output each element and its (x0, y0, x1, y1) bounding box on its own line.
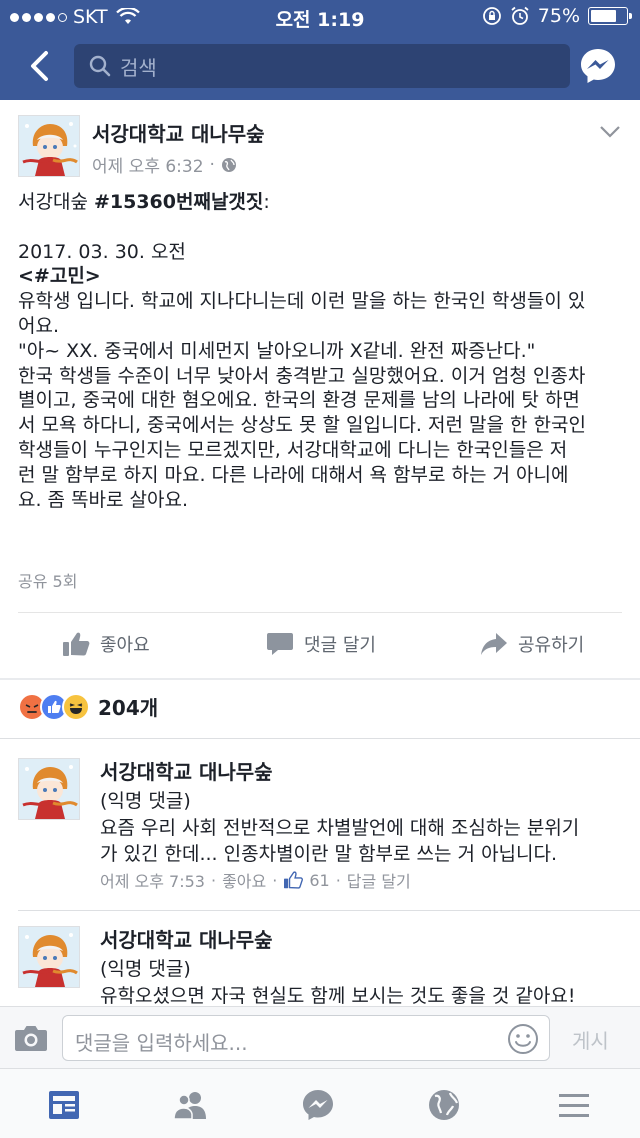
post-line: 학생들이 누구인지는 모르겠지만, 서강대학교에 다니는 한국인들은 저 (18, 438, 568, 461)
bamboo-forest-mascot-image (19, 759, 79, 819)
post-line: 서 모욕 하다니, 중국에서는 상상도 못 할 일입니다. 저런 말을 한 한국… (18, 414, 586, 437)
post-meta: 어제 오후 6:32 · (92, 152, 237, 177)
top-navigation-bar: SKT 오전 1:19 75% 검색 (0, 0, 640, 100)
comment-label: 댓글 달기 (304, 635, 376, 656)
post-hashtag[interactable]: #15360번째날갯짓 (94, 191, 263, 213)
comments-section: 204개 서강대학교 대나무숲 (익명 댓글) 요즘 우리 사회 전반적으로 차… (0, 680, 640, 1006)
commenter-avatar[interactable] (18, 926, 80, 988)
share-label: 공유하기 (518, 635, 585, 656)
comment-button[interactable]: 댓글 달기 (266, 622, 376, 666)
chevron-down-icon[interactable] (598, 122, 622, 142)
thumbs-up-icon (284, 871, 304, 889)
post-timestamp[interactable]: 어제 오후 6:32 (92, 152, 204, 177)
comment-like-link[interactable]: 좋아요 (222, 868, 266, 892)
post-line: 요. 좀 똑바로 살아요. (18, 488, 189, 511)
comment-item: 서강대학교 대나무숲 (익명 댓글) 요즘 우리 사회 전반적으로 차별발언에 … (0, 748, 640, 898)
commenter-name[interactable]: 서강대학교 대나무숲 (100, 924, 273, 953)
notifications-globe-icon[interactable] (426, 1087, 462, 1123)
comment-text: (익명 댓글) 요즘 우리 사회 전반적으로 차별발언에 대해 조심하는 분위기… (100, 788, 600, 868)
camera-icon[interactable] (14, 1023, 48, 1053)
news-feed-icon[interactable] (46, 1087, 82, 1123)
post-prefix: 서강대숲 (18, 191, 94, 213)
share-count[interactable]: 공유 5회 (18, 568, 77, 592)
reply-link[interactable]: 답글 달기 (347, 868, 411, 892)
comment-line: (익명 댓글) (100, 790, 191, 812)
divider (18, 910, 640, 911)
emoji-icon[interactable] (507, 1023, 539, 1055)
commenter-avatar[interactable] (18, 758, 80, 820)
reaction-count: 204개 (98, 696, 159, 720)
post-line: 유학생 입니다. 학교에 지나다니는데 이런 말을 하는 한국인 학생들이 있 (18, 290, 586, 313)
status-bar: SKT 오전 1:19 75% (0, 0, 640, 34)
comment-input-placeholder: 댓글을 입력하세요... (75, 1031, 248, 1055)
post-comment-button[interactable]: 게시 (572, 1025, 609, 1054)
share-arrow-icon (481, 633, 507, 655)
haha-reaction-icon (62, 692, 90, 721)
divider (0, 738, 640, 739)
comment-input-bar: 댓글을 입력하세요... 게시 (0, 1006, 640, 1068)
thumbs-up-icon (63, 632, 90, 656)
friends-icon[interactable] (172, 1087, 208, 1123)
battery-icon (588, 7, 632, 25)
comment-line: (익명 댓글) (100, 958, 191, 980)
battery-percentage: 75% (537, 5, 580, 27)
comment-meta: 어제 오후 7:53 · 좋아요 · 61 · 답글 달기 (100, 868, 411, 892)
search-icon (89, 55, 111, 77)
share-button[interactable]: 공유하기 (480, 622, 584, 666)
search-bar[interactable]: 검색 (74, 44, 570, 88)
comment-line: 가 있긴 한데... 인종차별이란 말 함부로 쓰는 거 아닙니다. (100, 843, 558, 865)
commenter-name[interactable]: 서강대학교 대나무숲 (100, 756, 273, 785)
post-line: 어요. (18, 314, 59, 337)
bamboo-forest-mascot-image (19, 927, 79, 987)
post-line: 별이고, 중국에 대한 혐오에요. 한국의 환경 문제를 남의 나라에 탓 하면 (18, 389, 580, 412)
post-line: 한국 학생들 수준이 너무 낮아서 충격받고 실망했어요. 이거 엄청 인종차 (18, 364, 586, 387)
post-actions: 좋아요 댓글 달기 공유하기 (0, 622, 640, 666)
comment-like-count[interactable]: 61 (309, 871, 329, 890)
comment-input[interactable]: 댓글을 입력하세요... (62, 1015, 550, 1061)
comment-bubble-icon (267, 633, 293, 655)
post-card: 서강대학교 대나무숲 어제 오후 6:32 · 서강대숲 #15360번째날갯짓… (0, 100, 640, 678)
globe-icon (221, 157, 236, 172)
comment-line: 유학오셨으면 자국 현실도 함께 보시는 것도 좋을 것 같아요! (100, 984, 576, 1007)
menu-icon[interactable] (556, 1087, 592, 1123)
divider (18, 612, 622, 613)
like-label: 좋아요 (100, 635, 150, 656)
comment-text: (익명 댓글) 유학오셨으면 자국 현실도 함께 보시는 것도 좋을 것 같아요… (100, 956, 600, 1006)
comment-timestamp: 어제 오후 7:53 (100, 872, 205, 891)
bamboo-forest-mascot-image (19, 116, 79, 176)
page-avatar[interactable] (18, 115, 80, 177)
messenger-icon[interactable] (578, 46, 618, 86)
search-placeholder: 검색 (120, 55, 157, 80)
post-prefix-suffix: : (263, 191, 270, 213)
reactions-summary[interactable]: 204개 (18, 692, 158, 721)
post-date-line: 2017. 03. 30. 오전 (18, 240, 186, 263)
comment-item: 서강대학교 대나무숲 (익명 댓글) 유학오셨으면 자국 현실도 함께 보시는 … (0, 916, 640, 1006)
alarm-icon (511, 6, 529, 25)
back-icon[interactable] (22, 48, 58, 84)
post-line: 런 말 함부로 하지 마요. 다른 나라에 대해서 욕 함부로 하는 거 아니에 (18, 463, 569, 486)
like-button[interactable]: 좋아요 (62, 622, 150, 666)
comment-line: 요즘 우리 사회 전반적으로 차별발언에 대해 조심하는 분위기 (100, 816, 580, 839)
page-name[interactable]: 서강대학교 대나무숲 (92, 118, 265, 147)
rotation-lock-icon (482, 7, 501, 25)
post-body: 서강대숲 #15360번째날갯짓: ​ 2017. 03. 30. 오전 <#고… (18, 190, 628, 512)
messenger-icon[interactable] (300, 1087, 336, 1123)
post-tag-line[interactable]: <#고민> (18, 265, 101, 287)
post-line: "아~ XX. 중국에서 미세먼지 날아오니까 X같네. 완전 짜증난다." (18, 339, 536, 362)
bottom-tab-bar (0, 1068, 640, 1138)
